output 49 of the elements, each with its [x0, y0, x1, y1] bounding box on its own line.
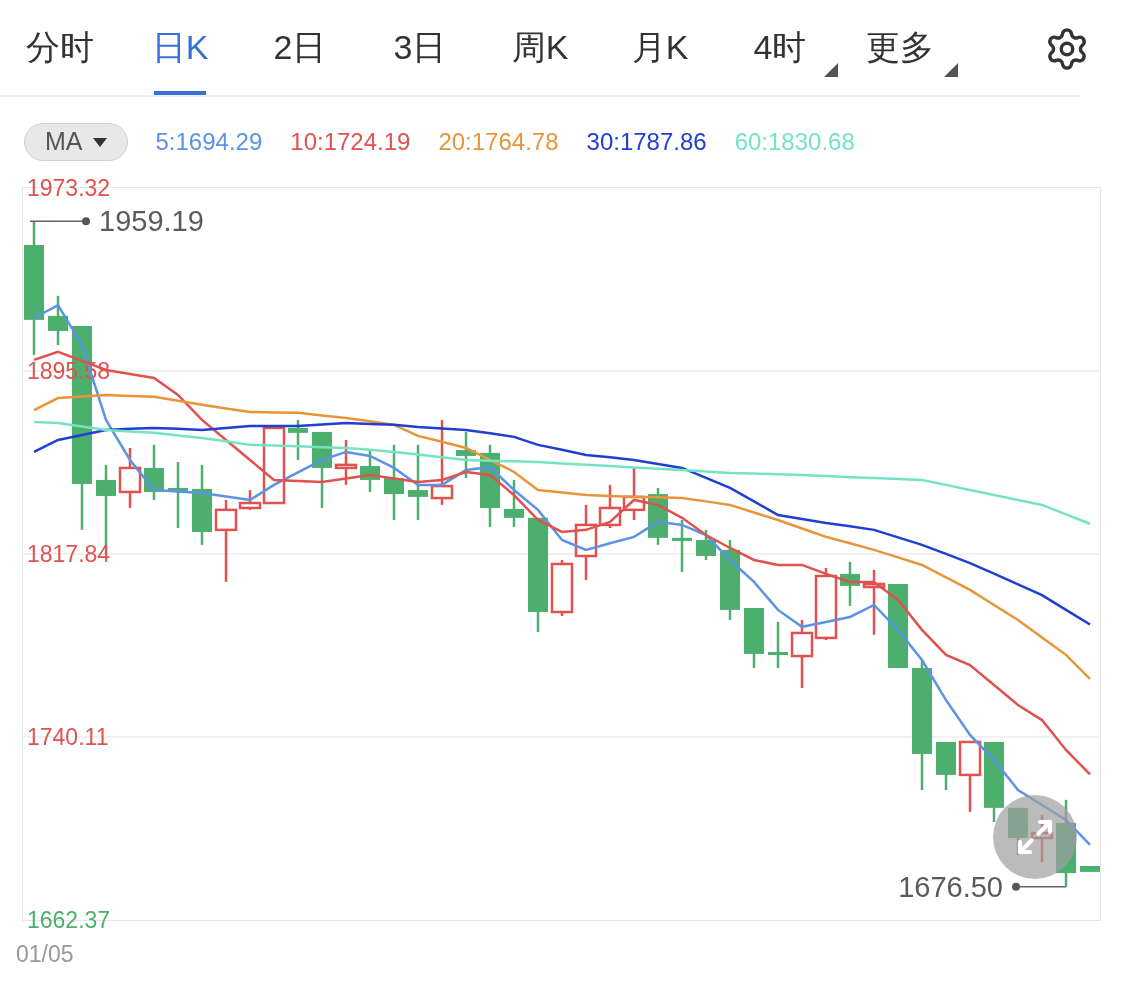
- indicator-dropdown[interactable]: MA: [24, 123, 128, 161]
- candlestick: [144, 444, 164, 500]
- candlestick: [504, 479, 524, 528]
- tab[interactable]: 更多: [840, 0, 960, 95]
- tab[interactable]: 月K: [600, 0, 720, 95]
- candlestick: [744, 608, 764, 669]
- axis-label: 1973.32: [27, 175, 111, 201]
- candlestick: [550, 560, 574, 616]
- moving-average-value: 30:1787.86: [586, 127, 707, 157]
- axis-label: 1662.37: [27, 907, 111, 933]
- tab[interactable]: 周K: [480, 0, 600, 95]
- date-label: 01/05: [16, 941, 74, 967]
- tab-indicator: [154, 91, 206, 95]
- candlestick: [360, 450, 380, 492]
- candlestick: [288, 419, 308, 460]
- moving-average-value: 10:1724.19: [290, 127, 411, 157]
- moving-average-value: 60:1830.68: [734, 127, 855, 157]
- leader-line: [1012, 882, 1067, 891]
- candlestick: [696, 529, 716, 560]
- corner-triangle-icon: [944, 63, 958, 77]
- leader-line: [29, 217, 90, 226]
- candlestick: [768, 621, 788, 669]
- candlestick: [118, 447, 142, 508]
- candlestick: [1080, 866, 1100, 872]
- tab[interactable]: 日K: [120, 0, 240, 95]
- candlestick: [862, 569, 886, 635]
- tab[interactable]: 分时: [0, 0, 120, 95]
- candlestick: [48, 295, 68, 346]
- moving-average-value: 20:1764.78: [438, 127, 559, 157]
- expand-icon: [1015, 817, 1055, 857]
- tab[interactable]: 2日: [240, 0, 360, 95]
- moving-average-value: 5:1694.29: [155, 127, 263, 157]
- candlestick: [168, 462, 188, 528]
- candlestick: [958, 740, 982, 812]
- axis-label: 1740.11: [27, 724, 109, 750]
- candlestick: [672, 519, 692, 572]
- corner-triangle-icon: [824, 63, 838, 77]
- candlestick: [622, 467, 646, 520]
- candlestick: [936, 741, 956, 790]
- candlestick: [790, 620, 814, 689]
- price-label: 1959.19: [99, 205, 204, 238]
- price-label: 1676.50: [898, 870, 1003, 903]
- candlestick: [334, 439, 358, 485]
- candlestick: [840, 561, 860, 606]
- tab[interactable]: 3日: [360, 0, 480, 95]
- axis-label: 1817.84: [27, 541, 111, 567]
- tab[interactable]: 4时: [720, 0, 840, 95]
- candlestick: [456, 431, 476, 479]
- caret-icon: [92, 137, 107, 147]
